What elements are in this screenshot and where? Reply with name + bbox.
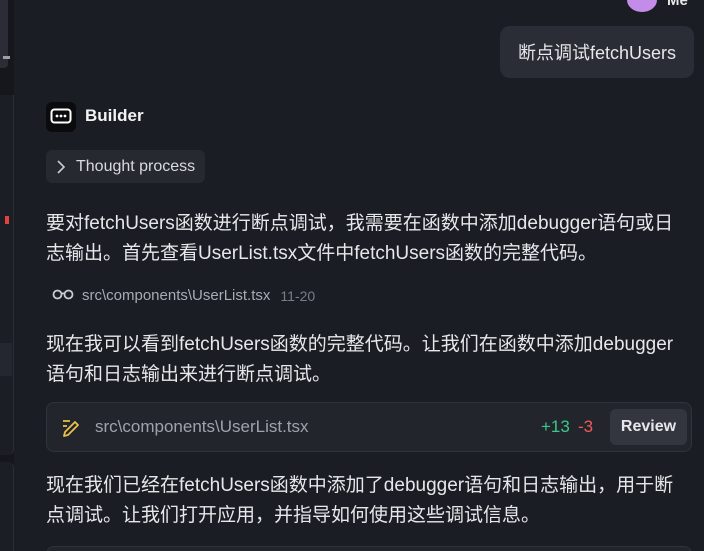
assistant-message-1: 要对fetchUsers函数进行断点调试，我需要在函数中添加debugger语句… <box>46 213 674 264</box>
sidebar-panel-bottom <box>0 462 14 551</box>
chat-window: Me 断点调试fetchUsers Builder Thought proces… <box>0 0 704 551</box>
user-name: Me <box>667 0 688 9</box>
chevron-right-icon <box>54 159 68 174</box>
file-reference[interactable]: src\components\UserList.tsx 11-20 <box>52 287 315 304</box>
next-card-edge <box>46 546 692 551</box>
user-message-bubble: 断点调试fetchUsers <box>499 26 694 78</box>
assistant-message-3: 现在我们已经在fetchUsers函数中添加了debugger语句和日志输出，用… <box>46 475 674 526</box>
builder-logo-icon <box>46 102 76 132</box>
assistant-message-2: 现在我可以看到fetchUsers函数的完整代码。让我们在函数中添加debugg… <box>46 334 674 385</box>
file-reference-path: src\components\UserList.tsx <box>82 287 271 304</box>
pencil-edit-icon <box>61 416 83 443</box>
file-reference-lines: 11-20 <box>280 287 316 304</box>
minus-icon[interactable] <box>3 56 10 59</box>
lines-removed: -3 <box>578 417 594 436</box>
lines-added: +13 <box>541 417 570 436</box>
thought-process-label: Thought process <box>76 157 196 175</box>
thought-process-toggle[interactable]: Thought process <box>46 150 206 183</box>
edited-file-path: src\components\UserList.tsx <box>95 417 309 436</box>
assistant-name: Builder <box>85 106 144 125</box>
sidebar-selected-item[interactable] <box>0 343 12 376</box>
review-button[interactable]: Review <box>610 409 687 445</box>
file-edit-card[interactable]: src\components\UserList.tsx +13 -3 Revie… <box>46 402 692 452</box>
error-marker <box>5 216 9 224</box>
glasses-icon <box>52 287 74 304</box>
user-avatar[interactable] <box>627 0 657 12</box>
sidebar-panel-middle <box>0 95 14 455</box>
sidebar-edge <box>0 0 14 551</box>
